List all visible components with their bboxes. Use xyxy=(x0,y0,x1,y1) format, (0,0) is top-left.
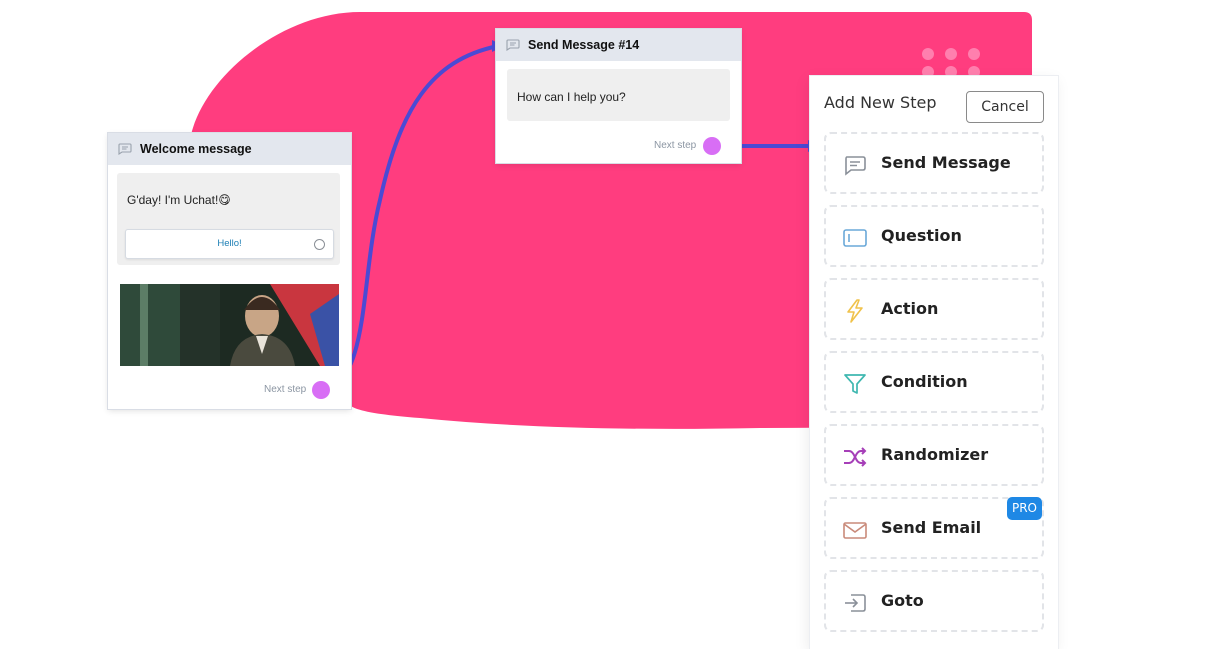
step-label: Send Email xyxy=(881,518,982,537)
filter-icon xyxy=(844,374,866,394)
step-question[interactable]: Question xyxy=(824,205,1044,267)
input-field-icon xyxy=(843,229,867,247)
message-bubble: G'day! I'm Uchat!😋 Hello! xyxy=(117,173,340,265)
step-label: Question xyxy=(881,226,962,245)
step-label: Action xyxy=(881,299,939,318)
card-header: Welcome message xyxy=(108,133,351,165)
message-text: G'day! I'm Uchat!😋 xyxy=(127,193,231,207)
step-label: Send Message xyxy=(881,153,1011,172)
next-step-label: Next step xyxy=(264,384,307,395)
message-icon xyxy=(506,39,520,51)
goto-icon xyxy=(845,594,866,612)
next-step-label: Next step xyxy=(654,140,697,151)
quick-reply-label: Hello! xyxy=(217,238,242,249)
quick-reply-button[interactable]: Hello! xyxy=(125,229,334,259)
step-action[interactable]: Action xyxy=(824,278,1044,340)
send-message-card[interactable]: Send Message #14 How can I help you? Nex… xyxy=(496,29,741,163)
step-label: Condition xyxy=(881,372,968,391)
panel-title: Add New Step xyxy=(824,93,937,112)
step-condition[interactable]: Condition xyxy=(824,351,1044,413)
next-step-port[interactable] xyxy=(703,137,721,155)
pro-badge: PRO xyxy=(1007,497,1042,520)
welcome-message-card[interactable]: Welcome message G'day! I'm Uchat!😋 Hello… xyxy=(108,133,351,409)
message-text: How can I help you? xyxy=(517,90,626,104)
card-title: Send Message #14 xyxy=(528,38,640,52)
message-bubble: How can I help you? xyxy=(507,69,730,121)
step-randomizer[interactable]: Randomizer xyxy=(824,424,1044,486)
radio-circle-icon xyxy=(314,239,325,250)
message-icon xyxy=(845,156,866,176)
add-new-step-panel: Add New Step Cancel Send Message Questio… xyxy=(810,76,1058,649)
step-send-message[interactable]: Send Message xyxy=(824,132,1044,194)
step-label: Goto xyxy=(881,591,924,610)
step-goto[interactable]: Goto xyxy=(824,570,1044,632)
step-label: Randomizer xyxy=(881,445,989,464)
card-header: Send Message #14 xyxy=(496,29,741,61)
next-step-port[interactable] xyxy=(312,381,330,399)
card-title: Welcome message xyxy=(140,142,252,156)
cancel-button[interactable]: Cancel xyxy=(966,91,1044,123)
lightning-icon xyxy=(847,299,863,323)
message-icon xyxy=(118,143,132,155)
shuffle-icon xyxy=(844,447,867,467)
gif-image xyxy=(120,284,339,366)
envelope-icon xyxy=(843,522,867,539)
